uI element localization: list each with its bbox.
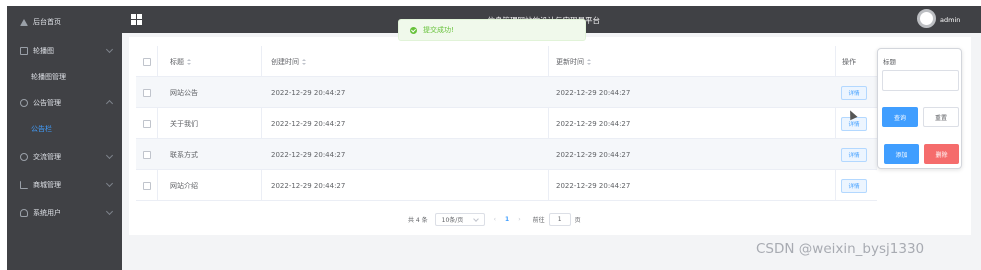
delete-button[interactable]: 删除: [924, 144, 959, 164]
sidebar-sub-carousel-manage[interactable]: 轮播图管理: [7, 64, 122, 90]
cell-title: 关于我们: [170, 119, 198, 128]
detail-button[interactable]: 详情: [841, 178, 867, 193]
sidebar-item-label: 商城管理: [33, 181, 61, 189]
notice-icon: [20, 99, 28, 107]
username-label[interactable]: admin: [940, 16, 960, 24]
column-header-ops: 操作: [842, 57, 856, 66]
cell-updated: 2022-12-29 20:44:27: [556, 119, 631, 128]
success-check-icon: [410, 26, 417, 34]
row-checkbox[interactable]: [143, 119, 151, 128]
cell-created: 2022-12-29 20:44:27: [271, 181, 346, 190]
watermark: CSDN @weixin_bysj1330: [756, 241, 925, 257]
prev-page-button[interactable]: ‹: [494, 216, 496, 223]
table-row: 联系方式 2022-12-29 20:44:27 2022-12-29 20:4…: [136, 139, 877, 170]
column-header-created[interactable]: 创建时间: [271, 46, 306, 77]
detail-button[interactable]: 详情: [841, 147, 867, 162]
chevron-down-icon: [105, 45, 114, 54]
avatar[interactable]: [917, 9, 936, 28]
picture-icon: [20, 47, 28, 55]
success-toast: 提交成功!: [398, 19, 586, 41]
cart-icon: [20, 181, 28, 189]
title-search-input[interactable]: [882, 70, 959, 91]
sidebar-item-label: 后台首页: [33, 18, 61, 26]
chevron-down-icon: [105, 179, 114, 188]
table-header-row: 标题 创建时间 更新时间 操作: [136, 46, 877, 77]
cell-title: 网站介绍: [170, 181, 198, 190]
cell-updated: 2022-12-29 20:44:27: [556, 88, 631, 97]
sidebar-item-label: 轮播图: [33, 47, 54, 55]
sidebar-item-label: 系统用户: [33, 209, 61, 217]
next-page-button[interactable]: ›: [518, 216, 520, 223]
row-checkbox[interactable]: [143, 150, 151, 159]
sidebar-item-label: 轮播图管理: [31, 73, 66, 81]
sidebar-item-label: 公告管理: [33, 99, 61, 107]
search-label: 标题: [883, 58, 896, 66]
add-button[interactable]: 添加: [884, 144, 919, 164]
menu-grid-icon[interactable]: [131, 14, 142, 25]
cell-title: 网站公告: [170, 88, 198, 97]
goto-prefix: 前往: [532, 216, 545, 224]
sidebar-item-carousel[interactable]: 轮播图: [7, 38, 122, 64]
table-row: 关于我们 2022-12-29 20:44:27 2022-12-29 20:4…: [136, 108, 877, 139]
sort-icon[interactable]: [587, 58, 591, 65]
detail-button[interactable]: 详情: [841, 85, 867, 100]
chevron-up-icon: [105, 99, 114, 108]
page-size-select[interactable]: 10条/页: [434, 212, 485, 226]
page-number-current[interactable]: 1: [505, 216, 509, 223]
column-header-title[interactable]: 标题: [170, 46, 191, 77]
column-header-updated[interactable]: 更新时间: [556, 46, 591, 77]
sort-icon[interactable]: [302, 58, 306, 65]
goto-page-input[interactable]: 1: [548, 212, 571, 226]
row-checkbox[interactable]: [143, 181, 151, 190]
chat-icon: [20, 153, 28, 161]
pagination-total: 共 4 条: [408, 216, 428, 224]
goto-suffix: 页: [574, 216, 581, 224]
sidebar-item-label: 公告栏: [31, 125, 52, 133]
select-all-checkbox[interactable]: [143, 57, 151, 66]
cell-created: 2022-12-29 20:44:27: [271, 150, 346, 159]
cell-updated: 2022-12-29 20:44:27: [556, 150, 631, 159]
sidebar-item-label: 交流管理: [33, 153, 61, 161]
cell-created: 2022-12-29 20:44:27: [271, 88, 346, 97]
pagination: 共 4 条 10条/页 ‹ 1 › 前往 1 页: [408, 212, 581, 226]
chevron-down-icon: [105, 151, 114, 160]
cell-updated: 2022-12-29 20:44:27: [556, 181, 631, 190]
sidebar-item-shop[interactable]: 商城管理: [7, 172, 122, 198]
sidebar-item-notice[interactable]: 公告管理: [7, 90, 122, 116]
sidebar-item-chat[interactable]: 交流管理: [7, 144, 122, 170]
cell-created: 2022-12-29 20:44:27: [271, 119, 346, 128]
query-button[interactable]: 查询: [882, 107, 918, 127]
search-panel: 标题 查询 重置 添加 删除: [877, 48, 962, 169]
reset-button[interactable]: 重置: [923, 107, 959, 127]
sidebar: 后台首页 轮播图 轮播图管理 公告管理 公告栏 交流管理 商城管理 系统用户: [7, 6, 122, 270]
sidebar-item-home[interactable]: 后台首页: [7, 9, 122, 35]
row-checkbox[interactable]: [143, 88, 151, 97]
sidebar-sub-notice-board[interactable]: 公告栏: [7, 116, 122, 142]
cell-title: 联系方式: [170, 150, 198, 159]
toast-message: 提交成功!: [423, 26, 454, 34]
chevron-down-icon: [105, 207, 114, 216]
app-frame: 后台首页 轮播图 轮播图管理 公告管理 公告栏 交流管理 商城管理 系统用户 a…: [0, 0, 981, 270]
table-row: 网站公告 2022-12-29 20:44:27 2022-12-29 20:4…: [136, 77, 877, 108]
detail-button[interactable]: 详情: [841, 116, 867, 131]
user-icon: [20, 209, 28, 217]
sidebar-item-users[interactable]: 系统用户: [7, 200, 122, 226]
table-row: 网站介绍 2022-12-29 20:44:27 2022-12-29 20:4…: [136, 170, 877, 201]
sort-icon[interactable]: [187, 58, 191, 65]
home-icon: [20, 18, 28, 26]
